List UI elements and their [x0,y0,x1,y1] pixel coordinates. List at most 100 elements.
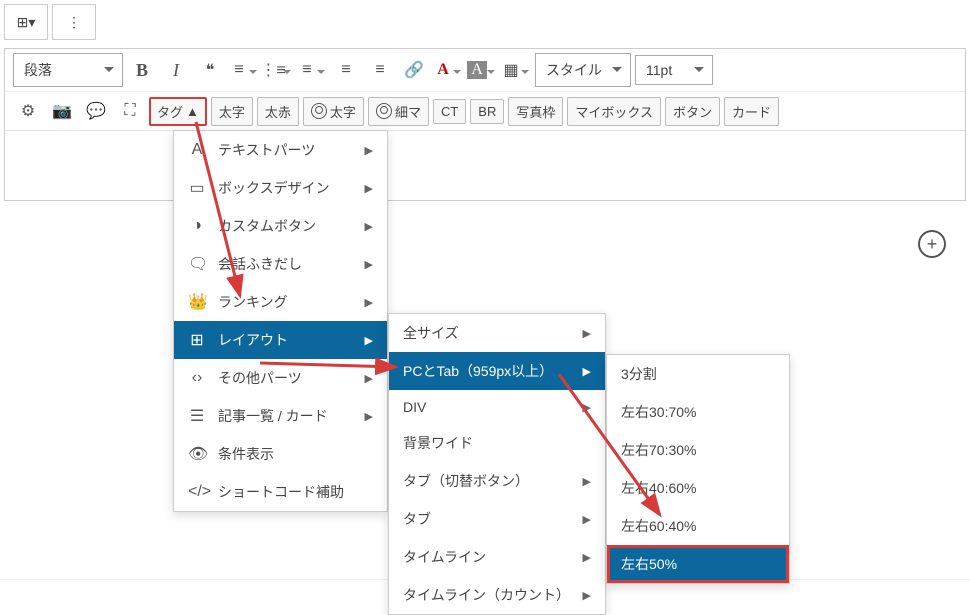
photoframe-button[interactable]: 写真枠 [508,97,563,126]
gear-button[interactable]: ⚙ [13,96,43,126]
mybox-button[interactable]: マイボックス [567,97,661,126]
menu-item[interactable]: 左右70:30% [607,431,789,469]
menu-item[interactable]: DIV▶ [389,390,605,424]
menu-item[interactable]: タイムライン（カウント）▶ [389,576,605,614]
chevron-right-icon: ▶ [365,296,373,309]
camera-icon: 📷 [52,101,72,121]
menu-item-label: 条件表示 [218,444,274,464]
kebab-menu-button[interactable]: ⋮ [52,4,96,40]
menu-item-label: 左右70:30% [621,440,696,460]
pc-tab-submenu: 3分割左右30:70% 左右70:30% 左右40:60%左右60:40%左右50% [606,354,790,584]
chevron-right-icon: ▶ [583,327,591,340]
bg-color-icon: A [467,61,487,79]
table-button[interactable]: ▦ [501,55,531,85]
expand-button[interactable]: ⛶ [115,96,145,126]
comment-button[interactable]: 💬 [81,96,111,126]
menu-item-icon: 👁 [188,444,206,464]
menu-item-icon: ⊞ [188,330,206,350]
menu-item-label: ショートコード補助 [218,482,344,502]
chevron-right-icon: ▶ [583,401,591,414]
menu-item[interactable]: 👑ランキング▶ [174,283,387,321]
editor-toolbar: 段落 B I ❝ ≡ ⋮≡ ≡ ≡ ≡ 🔗 A A ▦ スタイル 11pt ⚙ … [4,48,966,201]
card-button[interactable]: カード [724,97,779,126]
grid-view-button[interactable]: ⊞▾ [4,4,48,40]
menu-item[interactable]: 左右50% [607,545,789,583]
link-icon: 🔗 [404,60,424,80]
align-center-button[interactable]: ≡ [331,55,361,85]
menu-item[interactable]: </>ショートコード補助 [174,473,387,511]
menu-item[interactable]: ‹›その他パーツ▶ [174,359,387,397]
menu-item[interactable]: タブ▶ [389,500,605,538]
menu-item-label: 3分割 [621,364,657,384]
menu-item[interactable]: 背景ワイド [389,424,605,462]
menu-item-icon: ◑ [188,217,206,235]
menu-item-label: ランキング [218,292,288,312]
align-r-icon: ≡ [375,61,384,79]
avatar-bold-button[interactable]: 太字 [303,97,364,126]
menu-item[interactable]: 3分割 [607,355,789,393]
chevron-right-icon: ▶ [365,144,373,157]
menu-item[interactable]: ▭ボックスデザイン▶ [174,169,387,207]
menu-item[interactable]: タイムライン▶ [389,538,605,576]
chevron-right-icon: ▶ [365,182,373,195]
menu-item[interactable]: タブ（切替ボタン）▶ [389,462,605,500]
text-color-icon: A [437,61,449,79]
chevron-right-icon: ▶ [365,258,373,271]
list-icon: ≡ [234,61,243,79]
style-select[interactable]: スタイル [535,53,631,87]
menu-item[interactable]: Aテキストパーツ▶ [174,131,387,169]
speech-icon: 💬 [86,101,106,121]
link-button[interactable]: 🔗 [399,55,429,85]
num-list-button[interactable]: ⋮≡ [263,55,293,85]
chevron-right-icon: ▶ [583,551,591,564]
expand-icon: ⛶ [124,102,135,120]
tag-dropdown-button[interactable]: タグ ▲ [149,97,207,126]
menu-item[interactable]: 左右40:60% [607,469,789,507]
menu-item[interactable]: PCとTab（959px以上）▶ [389,352,605,390]
red-bold-button[interactable]: 太赤 [257,97,299,126]
bold-button[interactable]: B [127,55,157,85]
menu-item-icon: ▭ [188,178,206,198]
bg-color-button[interactable]: A [467,55,497,85]
button-insert-button[interactable]: ボタン [665,97,720,126]
menu-item[interactable]: ☰記事一覧 / カード▶ [174,397,387,435]
plus-icon: + [927,234,938,255]
chevron-right-icon: ▶ [365,410,373,423]
menu-item[interactable]: 左右60:40% [607,507,789,545]
ct-button[interactable]: CT [433,99,466,124]
br-button[interactable]: BR [470,99,504,124]
paragraph-select[interactable]: 段落 [13,53,123,87]
add-block-button[interactable]: + [918,230,946,258]
align-c-icon: ≡ [341,61,350,79]
table-icon: ▦ [503,60,518,80]
align-left-button[interactable]: ≡ [297,55,327,85]
italic-button[interactable]: I [161,55,191,85]
bullet-list-button[interactable]: ≡ [229,55,259,85]
menu-item[interactable]: 🗨会話ふきだし▶ [174,245,387,283]
avatar-icon [376,103,392,119]
text-color-button[interactable]: A [433,55,463,85]
gear-icon: ⚙ [21,101,35,121]
kebab-icon: ⋮ [67,14,81,31]
editor-content[interactable] [5,130,965,200]
bold-text-button[interactable]: 太字 [211,97,253,126]
top-bar: ⊞▾ ⋮ [0,0,970,44]
menu-item-label: カスタムボタン [218,216,316,236]
menu-item-label: 会話ふきだし [218,254,302,274]
media-button[interactable]: 📷 [47,96,77,126]
menu-item[interactable]: 👁 条件表示 [174,435,387,473]
toolbar-row-1: 段落 B I ❝ ≡ ⋮≡ ≡ ≡ ≡ 🔗 A A ▦ スタイル 11pt [5,49,965,92]
menu-item[interactable]: ⊞レイアウト▶ [174,321,387,359]
menu-item-icon: ☰ [188,406,206,426]
avatar-marker-button[interactable]: 細マ [368,97,429,126]
chevron-right-icon: ▶ [365,372,373,385]
align-right-button[interactable]: ≡ [365,55,395,85]
menu-item[interactable]: 左右30:70% [607,393,789,431]
grid-icon: ⊞ [17,14,29,31]
menu-item[interactable]: ◑カスタムボタン▶ [174,207,387,245]
quote-button[interactable]: ❝ [195,55,225,85]
menu-item-label: タブ [403,509,431,529]
menu-item[interactable]: 全サイズ▶ [389,314,605,352]
fontsize-select[interactable]: 11pt [635,55,713,85]
menu-item-icon: ‹› [188,369,206,387]
